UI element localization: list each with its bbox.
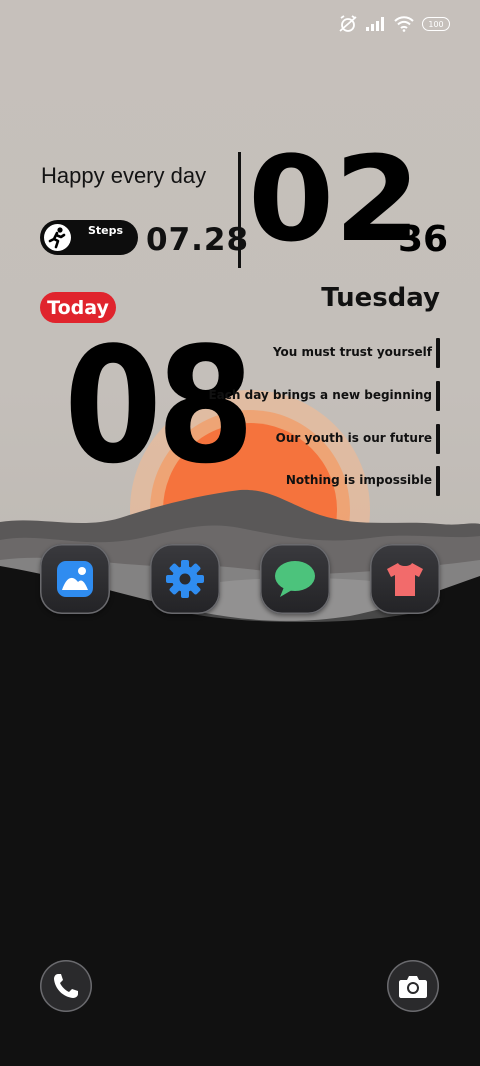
settings-app[interactable] — [150, 544, 220, 614]
settings-gear-icon — [166, 560, 204, 598]
gallery-app[interactable] — [40, 544, 110, 614]
camera-icon — [399, 976, 427, 998]
status-bar: 100 — [338, 12, 450, 36]
divider-line — [238, 152, 241, 268]
quote-bar — [436, 338, 440, 368]
steps-widget[interactable]: Steps — [40, 220, 138, 255]
date-text: 07.28 — [146, 222, 250, 258]
steps-label: Steps — [88, 224, 124, 237]
quote-bar — [436, 424, 440, 454]
signal-icon — [366, 17, 384, 31]
running-icon — [44, 224, 71, 251]
quote-line: You must trust yourself — [272, 345, 432, 359]
quote-line: Our youth is our future — [275, 431, 432, 445]
day-number: 08 — [64, 312, 255, 499]
gallery-icon — [57, 561, 93, 597]
alarm-off-icon — [339, 15, 357, 32]
messages-app[interactable] — [260, 544, 330, 614]
weekday-text: Tuesday — [321, 283, 440, 313]
greeting-text: Happy every day — [41, 163, 207, 188]
phone-button[interactable] — [40, 960, 92, 1012]
camera-button[interactable] — [387, 960, 439, 1012]
wifi-icon — [394, 16, 414, 32]
quote-line: Nothing is impossible — [285, 473, 432, 487]
quote-line: Each day brings a new beginning — [208, 388, 432, 402]
clock-hour[interactable]: 02 — [248, 140, 420, 258]
phone-icon — [54, 974, 78, 998]
battery-indicator: 100 — [422, 17, 450, 31]
quote-bar — [436, 381, 440, 411]
messages-icon — [275, 561, 315, 597]
quote-bar — [436, 466, 440, 496]
clock-minute[interactable]: 36 — [398, 219, 448, 260]
home-screen: 100 Happy every day Steps 07.28 02 36 Tu… — [0, 0, 480, 1066]
themes-shirt-icon — [387, 563, 423, 596]
themes-app[interactable] — [370, 544, 440, 614]
